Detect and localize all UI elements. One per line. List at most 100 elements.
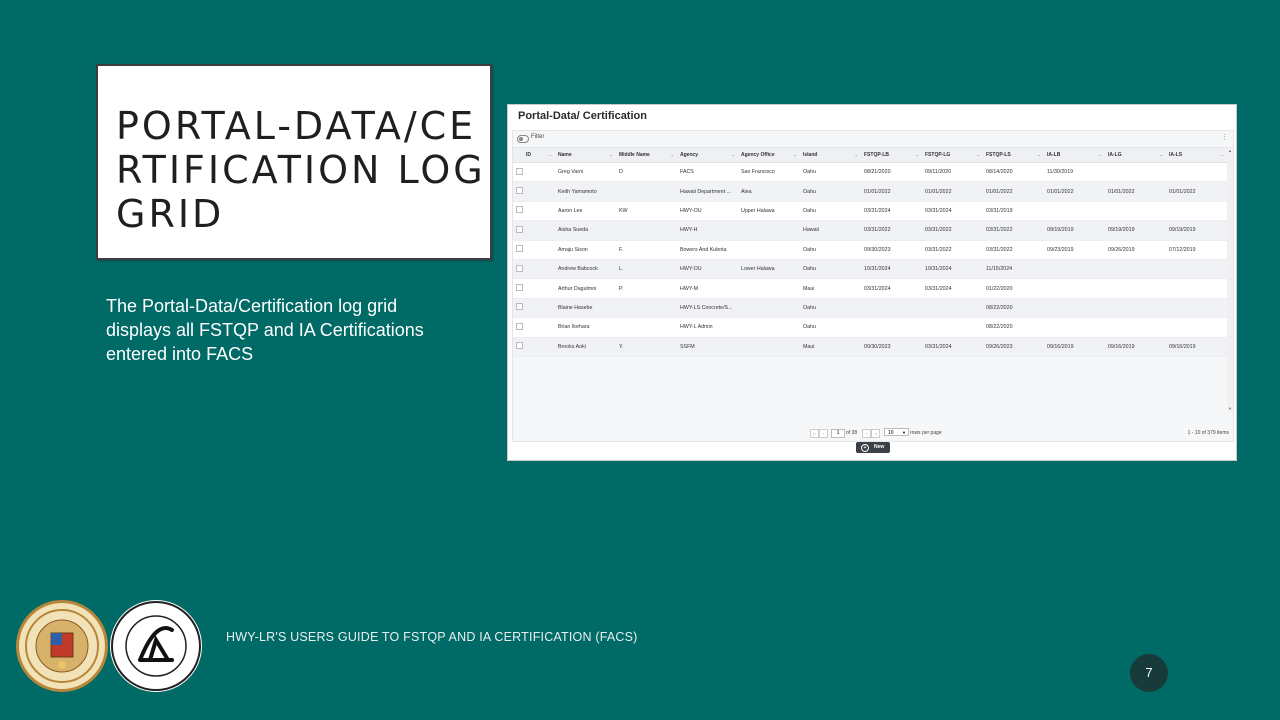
- table-cell: Greg Varni: [555, 162, 616, 183]
- department-of-transportation-seal-icon: [110, 600, 202, 692]
- kebab-menu-icon[interactable]: ⋮: [1221, 133, 1228, 141]
- table-cell: 09/23/2019: [1044, 240, 1105, 260]
- table-cell: [523, 220, 555, 241]
- row-checkbox[interactable]: [516, 167, 523, 175]
- row-checkbox[interactable]: [516, 342, 523, 350]
- row-checkbox[interactable]: [516, 225, 523, 233]
- table-cell: 03/31/2024: [861, 201, 922, 222]
- column-header[interactable]: IA-LS ⌄: [1166, 148, 1227, 163]
- column-header[interactable]: Name ⌄: [555, 148, 616, 163]
- table-cell: Keith Yamamoto: [555, 181, 616, 202]
- row-checkbox[interactable]: [516, 303, 523, 311]
- table-cell: Oahu: [800, 259, 861, 280]
- sort-icon[interactable]: ⌄: [855, 152, 858, 157]
- row-checkbox[interactable]: [516, 187, 523, 195]
- row-checkbox-cell: [513, 298, 523, 319]
- column-header[interactable]: Middle Name ⌄: [616, 148, 677, 163]
- table-cell: Oahu: [800, 201, 861, 222]
- sort-icon[interactable]: ⌄: [1221, 152, 1224, 157]
- sort-icon[interactable]: ⌄: [1099, 152, 1102, 157]
- slide-description: The Portal-Data/Certification log grid d…: [106, 296, 424, 364]
- table-cell: 08/22/2020: [983, 317, 1044, 338]
- sort-icon[interactable]: ⌄: [1160, 152, 1163, 157]
- table-cell: [1044, 298, 1105, 319]
- column-header[interactable]: Island ⌄: [800, 148, 861, 163]
- row-checkbox[interactable]: [516, 264, 523, 272]
- row-checkbox-cell: [513, 278, 523, 299]
- app-screenshot: Portal-Data/ Certification Filter ⋮ ID ⌄ N…: [507, 104, 1237, 461]
- column-header[interactable]: IA-LB ⌄: [1044, 148, 1105, 163]
- table-row[interactable]: Brooks Aoki Y. SSFM Maui 09/30/2023 03/31/202…: [513, 337, 1227, 357]
- table-cell: [1166, 278, 1227, 299]
- column-header-label: FSTQP-LG: [925, 152, 951, 158]
- column-header[interactable]: FSTQP-LB ⌄: [861, 148, 922, 163]
- toggle-icon[interactable]: [517, 135, 529, 143]
- row-checkbox[interactable]: [516, 245, 523, 253]
- new-button[interactable]: + New: [856, 442, 890, 453]
- table-cell: [1044, 317, 1105, 338]
- column-header[interactable]: Agency Office ⌄: [738, 148, 800, 163]
- row-checkbox[interactable]: [516, 322, 523, 330]
- sort-icon[interactable]: ⌄: [977, 152, 980, 157]
- table-cell: [738, 278, 800, 299]
- table-cell: KW: [616, 201, 677, 222]
- table-row[interactable]: Brian Ikehara HWY-L Admin Oahu 08/22/2020: [513, 317, 1227, 338]
- page-size-select[interactable]: 10 ▼: [884, 428, 909, 436]
- last-page-icon[interactable]: ›|: [871, 429, 880, 438]
- column-header[interactable]: IA-LG ⌄: [1105, 148, 1166, 163]
- table-cell: San Francisco: [738, 162, 800, 183]
- table-cell: [523, 259, 555, 280]
- scroll-down-icon[interactable]: ▼: [1227, 406, 1233, 411]
- rows-per-page-label: rows per page: [910, 430, 942, 436]
- table-row[interactable]: Aaron Lee KW HWY-OU Upper Halawa Oahu 03/31/2…: [513, 201, 1227, 222]
- items-summary: 1 - 10 of 379 items: [1187, 430, 1229, 436]
- prev-page-icon[interactable]: ‹: [819, 429, 828, 438]
- table-cell: Oahu: [800, 162, 861, 183]
- table-cell: 08/21/2020: [861, 162, 922, 183]
- table-cell: Oahu: [800, 240, 861, 260]
- state-of-hawaii-seal-icon: [16, 600, 108, 692]
- sort-icon[interactable]: ⌄: [549, 152, 552, 157]
- sort-icon[interactable]: ⌄: [732, 152, 735, 157]
- column-header[interactable]: Agency ⌄: [677, 148, 738, 163]
- table-cell: Maui: [800, 278, 861, 299]
- sort-icon[interactable]: ⌄: [610, 152, 613, 157]
- table-cell: 01/01/2022: [1044, 181, 1105, 202]
- sort-icon[interactable]: ⌄: [671, 152, 674, 157]
- row-checkbox-cell: [513, 240, 523, 260]
- data-grid: Filter ⋮ ID ⌄ Name ⌄ Middle Name ⌄ Agency ⌄ Agen…: [512, 130, 1234, 442]
- page-input[interactable]: 1: [831, 429, 845, 438]
- table-cell: Y.: [616, 337, 677, 357]
- table-cell: [1105, 298, 1166, 319]
- table-row[interactable]: Aisha Sueda HWY-H Hawaii 03/31/2022 03/31/20…: [513, 220, 1227, 241]
- table-cell: [1105, 201, 1166, 222]
- table-row[interactable]: Keith Yamamoto Hawaii Department ... Aiea O…: [513, 181, 1227, 202]
- scroll-up-icon[interactable]: ▲: [1227, 148, 1233, 153]
- table-cell: 09/16/2019: [1166, 337, 1227, 357]
- sort-icon[interactable]: ⌄: [916, 152, 919, 157]
- row-checkbox[interactable]: [516, 206, 523, 214]
- row-checkbox[interactable]: [516, 284, 523, 292]
- sort-icon[interactable]: ⌄: [794, 152, 797, 157]
- table-cell: Maui: [800, 337, 861, 357]
- column-header-label: ID: [526, 152, 531, 158]
- column-header[interactable]: ID ⌄: [523, 148, 555, 163]
- table-cell: 03/31/2024: [922, 278, 983, 299]
- column-header-label: FSTQP-LB: [864, 152, 889, 158]
- table-row[interactable]: Blaine Hasebe HWY-LS Concrete/S... Oahu 08/…: [513, 298, 1227, 319]
- table-row[interactable]: Arthur Dagulmoi P. HWY-M Maui 03/31/2024 03/3…: [513, 278, 1227, 299]
- table-cell: 01/01/2022: [1105, 181, 1166, 202]
- table-row[interactable]: Amaju Sison F. Bowers And Kubota Oahu 09/30/…: [513, 240, 1227, 260]
- next-page-icon[interactable]: ›: [862, 429, 871, 438]
- column-header[interactable]: FSTQP-LS ⌄: [983, 148, 1044, 163]
- vertical-scrollbar[interactable]: ▲ ▼: [1227, 148, 1233, 411]
- table-cell: Blaine Hasebe: [555, 298, 616, 319]
- app-title: Portal-Data/ Certification: [518, 110, 647, 122]
- first-page-icon[interactable]: |‹: [810, 429, 819, 438]
- column-header[interactable]: FSTQP-LG ⌄: [922, 148, 983, 163]
- sort-icon[interactable]: ⌄: [1038, 152, 1041, 157]
- table-row[interactable]: Greg Varni D FACS San Francisco Oahu 08/21/20…: [513, 162, 1227, 183]
- row-checkbox-cell: [513, 201, 523, 222]
- table-cell: [738, 298, 800, 319]
- table-row[interactable]: Andrew Babcock L. HWY-OU Lower Halawa Oahu 10…: [513, 259, 1227, 280]
